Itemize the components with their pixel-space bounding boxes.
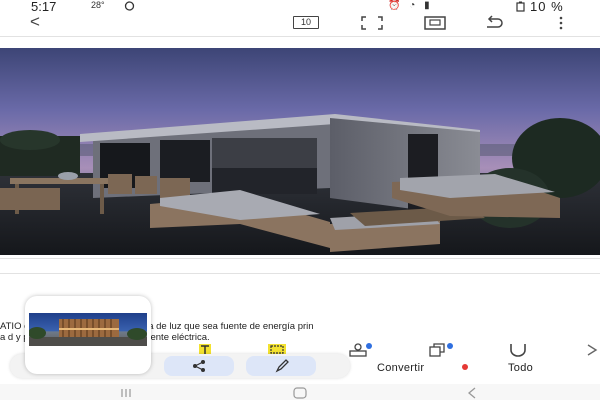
divider: [0, 36, 600, 37]
divider: [0, 273, 600, 274]
scan-icon[interactable]: [423, 15, 447, 31]
divider: [0, 258, 600, 259]
magnet-icon[interactable]: [508, 343, 528, 357]
signal-icon: ▮: [424, 0, 433, 11]
more-icon[interactable]: [558, 16, 564, 30]
rotate-icon[interactable]: [484, 15, 506, 31]
recent-apps-icon[interactable]: [120, 388, 134, 398]
weather-icon: [124, 1, 135, 11]
wifi-icon: ◔: [409, 0, 419, 11]
more-tools-icon[interactable]: [586, 343, 600, 357]
chevron-left-icon[interactable]: <: [30, 12, 40, 32]
page-thumbnail-card[interactable]: [25, 296, 151, 374]
page-indicator[interactable]: 10: [293, 16, 319, 29]
thumbnail-building: [29, 319, 147, 346]
back-icon[interactable]: [466, 387, 478, 399]
system-nav-bar: [0, 384, 600, 400]
top-toolbar: < 10: [0, 12, 600, 34]
rooftop-scene: [0, 114, 600, 255]
status-temperature: 28°: [91, 0, 105, 10]
home-icon[interactable]: [292, 387, 308, 399]
page-thumbnail: [29, 313, 147, 346]
notification-dot: [462, 364, 468, 370]
document-image: [0, 48, 600, 255]
fit-screen-icon[interactable]: [360, 15, 384, 31]
stamp-icon[interactable]: [344, 342, 374, 358]
pencil-icon[interactable]: [275, 359, 289, 373]
convert-button[interactable]: Convertir: [377, 362, 424, 374]
convert-icon[interactable]: [426, 342, 456, 358]
battery-icon: [516, 1, 525, 12]
alarm-icon: ⏰: [388, 0, 404, 11]
status-bar: 5:17 28° ⏰ ◔ ▮ 10 %: [0, 0, 600, 14]
share-icon[interactable]: [192, 359, 206, 373]
all-button[interactable]: Todo: [508, 362, 533, 374]
status-icons: ⏰ ◔ ▮: [388, 0, 433, 11]
